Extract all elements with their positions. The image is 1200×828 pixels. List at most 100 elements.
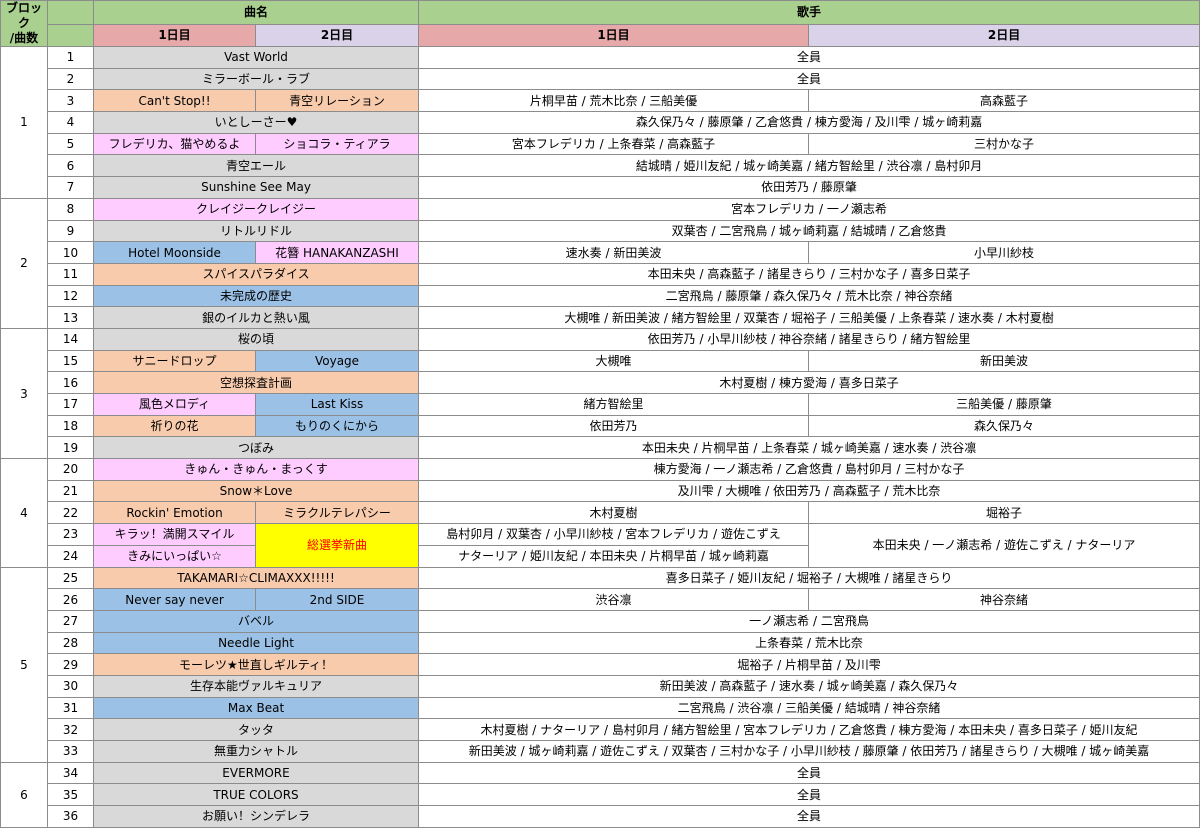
singers-day1: 依田芳乃 [418,414,810,438]
singers: 全員 [418,805,1200,828]
singers: 喜多日菜子 / 姫川友紀 / 堀裕子 / 大槻唯 / 諸星きらり [418,566,1200,590]
table-row: 23 キラッ！満開スマイル 総選挙新曲 島村卯月 / 双葉杏 / 小早川紗枝 / 宮本… [1,523,1200,568]
song-title: タッタ [92,718,420,741]
singers-day2-merged: 本田未央 / 一ノ瀬志希 / 遊佐こずえ / ナターリア [808,523,1200,568]
table-row: 9 リトルリドル 双葉杏 / 二宮飛鳥 / 城ヶ崎莉嘉 / 結城晴 / 乙倉悠貴 [1,219,1200,243]
song-number: 31 [47,696,94,720]
singers: 一ノ瀬志希 / 二宮飛鳥 [418,609,1200,633]
table-row: 18 祈りの花 もりのくにから 依田芳乃 森久保乃々 [1,414,1200,438]
table-row: 4 20 きゅん・きゅん・まっくす 棟方愛海 / 一ノ瀬志希 / 乙倉悠貴 / 島村卯… [0,458,1200,568]
singers-day2: 三船美優 / 藤原肇 [808,393,1200,416]
block-number: 1 [0,46,48,199]
table-row: 33 無重力シャトル 新田美波 / 城ヶ崎莉嘉 / 遊佐こずえ / 双葉杏 / 三村… [1,740,1200,763]
singers: 木村夏樹 / ナターリア / 島村卯月 / 緒方智絵里 / 宮本フレデリカ / … [418,718,1200,741]
table-row: 6 34 EVERMORE 全員 [0,761,1200,828]
table-row: 5 フレデリカ、猫やめるよ ショコラ・ティアラ 宮本フレデリカ / 上条春菜 / 高森… [1,132,1200,156]
number-header [47,0,94,25]
song-header: 曲名 [92,0,420,25]
table-row: 13 銀のイルカと熱い風 大槻唯 / 新田美波 / 緒方智絵里 / 双葉杏 / 堀裕… [1,306,1200,329]
song-number: 28 [47,631,94,655]
singers-day1: 木村夏樹 [418,501,810,525]
song-number: 20 [47,458,94,481]
song-title: 銀のイルカと熱い風 [92,306,420,329]
table-row: 3 Can't Stop!! 青空リレーション 片桐早苗 / 荒木比奈 / 三船美優高… [1,89,1200,113]
song-day1-header: 1日目 [93,23,256,48]
block-number: 5 [0,566,48,763]
singers: 新田美波 / 高森藍子 / 速水奏 / 城ヶ崎美嘉 / 森久保乃々 [418,674,1200,698]
singers-day1: 宮本フレデリカ / 上条春菜 / 高森藍子 [418,132,810,156]
song-number: 29 [47,653,94,676]
song-number: 23 [47,523,94,546]
song-title-day1: きみにいっぱい☆ [93,544,256,568]
block-number: 4 [0,458,48,568]
song-number: 15 [47,349,94,373]
singers: 全員 [418,67,1200,91]
song-title: きゅん・きゅん・まっくす [92,458,420,481]
singers: 全員 [418,46,1200,69]
song-title: EVERMORE [92,761,420,785]
song-number: 17 [47,393,94,416]
table-row: 21 Snow＊Love 及川雫 / 大槻唯 / 依田芳乃 / 高森藍子 / 荒木比… [1,479,1200,503]
song-title-day2: ミラクルテレパシー [254,501,420,525]
song-title: Sunshine See May [92,176,420,199]
song-number: 19 [47,436,94,460]
song-title: Snow＊Love [92,479,420,503]
song-title-day1: Rockin' Emotion [93,501,256,525]
singer-header: 歌手 [418,0,1200,25]
singers-day1: 大槻唯 [418,349,810,373]
singers: 二宮飛鳥 / 渋谷凛 / 三船美優 / 結城晴 / 神谷奈緒 [418,696,1200,720]
singers: 結城晴 / 姫川友紀 / 城ヶ崎美嘉 / 緒方智絵里 / 渋谷凛 / 島村卯月 [418,154,1200,178]
song-number: 6 [47,154,94,178]
table-row: 16 空想探査計画 木村夏樹 / 棟方愛海 / 喜多日菜子 [1,371,1200,394]
song-title-day2: もりのくにから [254,414,420,438]
table-row: 19 つぼみ 本田未央 / 片桐早苗 / 上条春菜 / 城ヶ崎美嘉 / 速水奏 / … [1,436,1200,460]
song-title: 未完成の歴史 [92,284,420,308]
song-title-day1: Hotel Moonside [93,241,256,264]
song-number: 4 [47,111,94,134]
singers-day2: 神谷奈緒 [808,588,1200,611]
singers: 宮本フレデリカ / 一ノ瀬志希 [418,197,1200,221]
singers-day2: 新田美波 [808,349,1200,373]
song-title-day2-new: 総選挙新曲 [254,523,420,568]
song-number: 12 [47,284,94,308]
singer-day2-header: 2日目 [808,23,1200,48]
song-title-day2: Last Kiss [254,393,420,416]
song-number: 16 [47,371,94,394]
singers-day1: 渋谷凛 [418,588,810,611]
song-title-day2: ショコラ・ティアラ [254,132,420,156]
song-number: 9 [47,219,94,243]
song-title-day2: 青空リレーション [254,89,420,113]
singers: 本田未央 / 片桐早苗 / 上条春菜 / 城ヶ崎美嘉 / 速水奏 / 渋谷凛 [418,436,1200,460]
song-title-day1: 祈りの花 [93,414,256,438]
song-number: 1 [47,46,94,69]
table-row: 6 青空エール 結城晴 / 姫川友紀 / 城ヶ崎美嘉 / 緒方智絵里 / 渋谷凛 /… [1,154,1200,178]
song-number: 3 [47,89,94,113]
table-row: 26 Never say never 2nd SIDE 渋谷凛 神谷奈緒 [1,588,1200,611]
song-title-day2: 花簪 HANAKANZASHI [254,241,420,264]
singers-day2: 高森藍子 [808,89,1200,113]
song-title: TRUE COLORS [92,783,420,807]
singers: 棟方愛海 / 一ノ瀬志希 / 乙倉悠貴 / 島村卯月 / 三村かな子 [418,458,1200,481]
song-number: 18 [47,414,94,438]
table-row: 31 Max Beat 二宮飛鳥 / 渋谷凛 / 三船美優 / 結城晴 / 神谷奈緒 [1,696,1200,720]
singers: 双葉杏 / 二宮飛鳥 / 城ヶ崎莉嘉 / 結城晴 / 乙倉悠貴 [418,219,1200,243]
song-title: スパイスパラダイス [92,262,420,286]
song-number: 35 [47,783,94,807]
song-title: 桜の頃 [92,327,420,351]
song-number: 5 [47,132,94,156]
table-row: 2 ミラーボール・ラブ 全員 [1,67,1200,91]
song-title: いとしーさー♥ [92,111,420,134]
song-number: 36 [47,805,94,828]
singers: 堀裕子 / 片桐早苗 / 及川雫 [418,653,1200,676]
song-number: 7 [47,176,94,199]
table-row: 29 モーレツ★世直しギルティ！ 堀裕子 / 片桐早苗 / 及川雫 [1,653,1200,676]
song-number: 11 [47,262,94,286]
song-title-day2: 2nd SIDE [254,588,420,611]
singers: 大槻唯 / 新田美波 / 緒方智絵里 / 双葉杏 / 堀裕子 / 三船美優 / … [418,306,1200,329]
table-row: 11 スパイスパラダイス 本田未央 / 高森藍子 / 諸星きらり / 三村かな子 /… [1,262,1200,286]
song-title: クレイジークレイジー [92,197,420,221]
table-row: 28 Needle Light 上条春菜 / 荒木比奈 [1,631,1200,655]
singers: 依田芳乃 / 小早川紗枝 / 神谷奈緒 / 諸星きらり / 緒方智絵里 [418,327,1200,351]
song-title: 青空エール [92,154,420,178]
table-row: 5 25 TAKAMARI☆CLIMAXXX!!!!! 喜多日菜子 / 姫川友紀 / … [0,566,1200,763]
